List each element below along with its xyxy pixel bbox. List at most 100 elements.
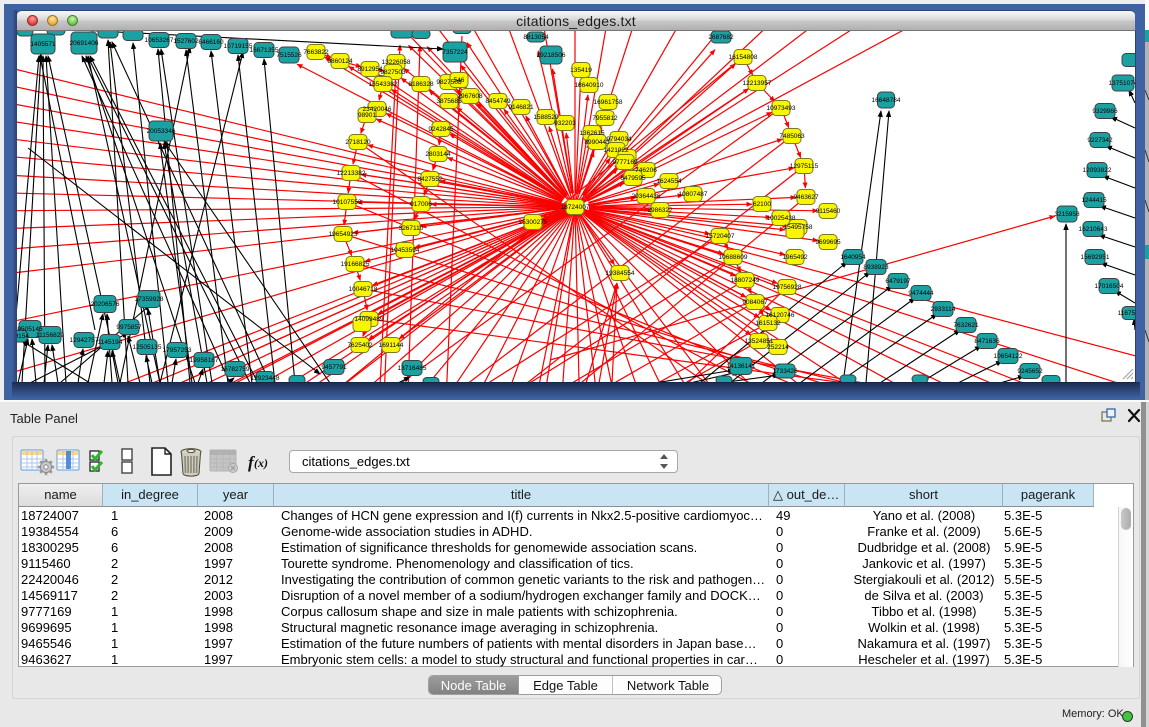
svg-text:25300275: 25300275 bbox=[519, 219, 548, 226]
svg-text:7515526: 7515526 bbox=[276, 52, 302, 59]
svg-text:12093822: 12093822 bbox=[1083, 167, 1112, 174]
svg-text:15495758: 15495758 bbox=[784, 224, 813, 231]
svg-text:7663822: 7663822 bbox=[303, 49, 329, 56]
svg-text:16961758: 16961758 bbox=[594, 99, 623, 106]
svg-text:917006: 917006 bbox=[410, 201, 432, 208]
svg-text:8454749: 8454749 bbox=[485, 98, 511, 105]
svg-text:1640954: 1640954 bbox=[840, 254, 866, 261]
svg-text:1615132: 1615132 bbox=[755, 320, 781, 327]
svg-text:19166825: 19166825 bbox=[341, 261, 370, 268]
svg-text:1167535: 1167535 bbox=[1118, 310, 1135, 317]
svg-text:10688609: 10688609 bbox=[719, 254, 748, 261]
svg-text:17957253: 17957253 bbox=[163, 347, 192, 354]
svg-text:(x): (x) bbox=[254, 456, 268, 470]
svg-text:1362615: 1362615 bbox=[579, 130, 605, 137]
svg-text:1624554: 1624554 bbox=[656, 178, 682, 185]
svg-text:18807249: 18807249 bbox=[731, 277, 760, 284]
svg-text:14136141: 14136141 bbox=[727, 363, 756, 370]
svg-text:17359928: 17359928 bbox=[135, 296, 164, 303]
svg-text:16154808: 16154808 bbox=[729, 54, 758, 61]
svg-text:15692951: 15692951 bbox=[1081, 254, 1110, 261]
svg-text:1733426: 1733426 bbox=[772, 368, 798, 375]
svg-text:9463627: 9463627 bbox=[793, 194, 819, 201]
svg-text:98901: 98901 bbox=[358, 112, 376, 119]
svg-text:16543382: 16543382 bbox=[369, 81, 398, 88]
svg-text:1691144: 1691144 bbox=[379, 342, 404, 349]
svg-text:18640910: 18640910 bbox=[575, 82, 604, 89]
svg-text:9777169: 9777169 bbox=[612, 159, 638, 166]
svg-text:7632621: 7632621 bbox=[953, 322, 979, 329]
svg-text:62100: 62100 bbox=[753, 201, 771, 208]
svg-text:12213957: 12213957 bbox=[743, 80, 772, 87]
svg-text:252214: 252214 bbox=[767, 344, 789, 351]
svg-text:20053346: 20053346 bbox=[147, 128, 176, 135]
svg-text:9227342: 9227342 bbox=[1087, 137, 1113, 144]
svg-text:1965492: 1965492 bbox=[782, 254, 808, 261]
svg-text:2986322: 2986322 bbox=[647, 207, 673, 214]
svg-text:8471636: 8471636 bbox=[974, 338, 1000, 345]
svg-text:19384554: 19384554 bbox=[606, 270, 635, 277]
svg-text:16210643: 16210643 bbox=[1079, 226, 1108, 233]
svg-text:135419: 135419 bbox=[570, 67, 592, 74]
svg-text:20206576: 20206576 bbox=[91, 301, 120, 308]
svg-text:16671355: 16671355 bbox=[250, 47, 279, 54]
svg-text:10654122: 10654122 bbox=[994, 353, 1023, 360]
svg-text:2687682: 2687682 bbox=[708, 34, 734, 41]
svg-text:10973493: 10973493 bbox=[767, 105, 796, 112]
svg-text:10807487: 10807487 bbox=[679, 191, 708, 198]
svg-text:1244415: 1244415 bbox=[1081, 197, 1107, 204]
svg-text:14099489: 14099489 bbox=[355, 316, 384, 323]
svg-text:2933114: 2933114 bbox=[931, 306, 956, 313]
svg-text:9699695: 9699695 bbox=[815, 239, 841, 246]
svg-text:9457791: 9457791 bbox=[321, 364, 347, 371]
svg-text:10046718: 10046718 bbox=[349, 286, 378, 293]
svg-text:16648784: 16648784 bbox=[872, 97, 901, 104]
svg-text:8938923: 8938923 bbox=[863, 264, 889, 271]
svg-text:16120746: 16120746 bbox=[766, 312, 795, 319]
svg-text:9245652: 9245652 bbox=[1017, 368, 1043, 375]
svg-text:6479197: 6479197 bbox=[885, 278, 911, 285]
svg-text:8186328: 8186328 bbox=[408, 81, 434, 88]
svg-text:11156829: 11156829 bbox=[36, 332, 64, 339]
svg-text:12975115: 12975115 bbox=[790, 163, 819, 170]
svg-text:16782759: 16782759 bbox=[221, 366, 250, 373]
svg-text:12505135: 12505135 bbox=[133, 344, 162, 351]
svg-text:546: 546 bbox=[454, 77, 465, 84]
svg-text:15720407: 15720407 bbox=[706, 233, 735, 240]
svg-text:7955812: 7955812 bbox=[592, 115, 618, 122]
svg-text:2718120: 2718120 bbox=[345, 139, 371, 146]
svg-text:9860124: 9860124 bbox=[327, 58, 353, 65]
svg-text:7485063: 7485063 bbox=[779, 133, 805, 140]
svg-text:39154: 39154 bbox=[17, 333, 29, 340]
svg-text:3875685: 3875685 bbox=[436, 98, 462, 105]
svg-text:12923448: 12923448 bbox=[251, 375, 280, 382]
svg-text:9794034: 9794034 bbox=[606, 136, 632, 143]
svg-text:12942757: 12942757 bbox=[70, 337, 99, 344]
svg-text:19453594: 19453594 bbox=[391, 247, 420, 254]
svg-text:746206: 746206 bbox=[635, 167, 657, 174]
svg-text:20364436: 20364436 bbox=[632, 193, 661, 200]
svg-text:3267110: 3267110 bbox=[399, 225, 424, 232]
svg-text:9115460: 9115460 bbox=[816, 208, 841, 215]
svg-text:19756928: 19756928 bbox=[773, 284, 802, 291]
svg-text:20691406: 20691406 bbox=[70, 40, 99, 47]
svg-text:9242845: 9242845 bbox=[428, 126, 454, 133]
svg-text:9474444: 9474444 bbox=[908, 290, 934, 297]
svg-text:17016504: 17016504 bbox=[1095, 283, 1124, 290]
svg-text:10653267: 10653267 bbox=[145, 37, 174, 44]
svg-text:1527602: 1527602 bbox=[173, 38, 199, 45]
svg-text:3215958: 3215958 bbox=[1054, 211, 1080, 218]
svg-text:9146821: 9146821 bbox=[508, 104, 534, 111]
svg-text:6466160: 6466160 bbox=[198, 39, 224, 46]
svg-text:13751074: 13751074 bbox=[1109, 80, 1135, 87]
svg-text:13226058: 13226058 bbox=[382, 59, 411, 66]
svg-text:9329966: 9329966 bbox=[1092, 108, 1118, 115]
svg-text:1405571: 1405571 bbox=[30, 41, 56, 48]
svg-text:8813054: 8813054 bbox=[523, 34, 549, 41]
svg-text:19654923: 19654923 bbox=[329, 231, 358, 238]
svg-text:6479595: 6479595 bbox=[620, 175, 646, 182]
svg-text:8912954: 8912954 bbox=[357, 66, 383, 73]
svg-text:8427552: 8427552 bbox=[417, 176, 443, 183]
svg-text:13716485: 13716485 bbox=[398, 365, 427, 372]
svg-text:10107553: 10107553 bbox=[333, 199, 362, 206]
